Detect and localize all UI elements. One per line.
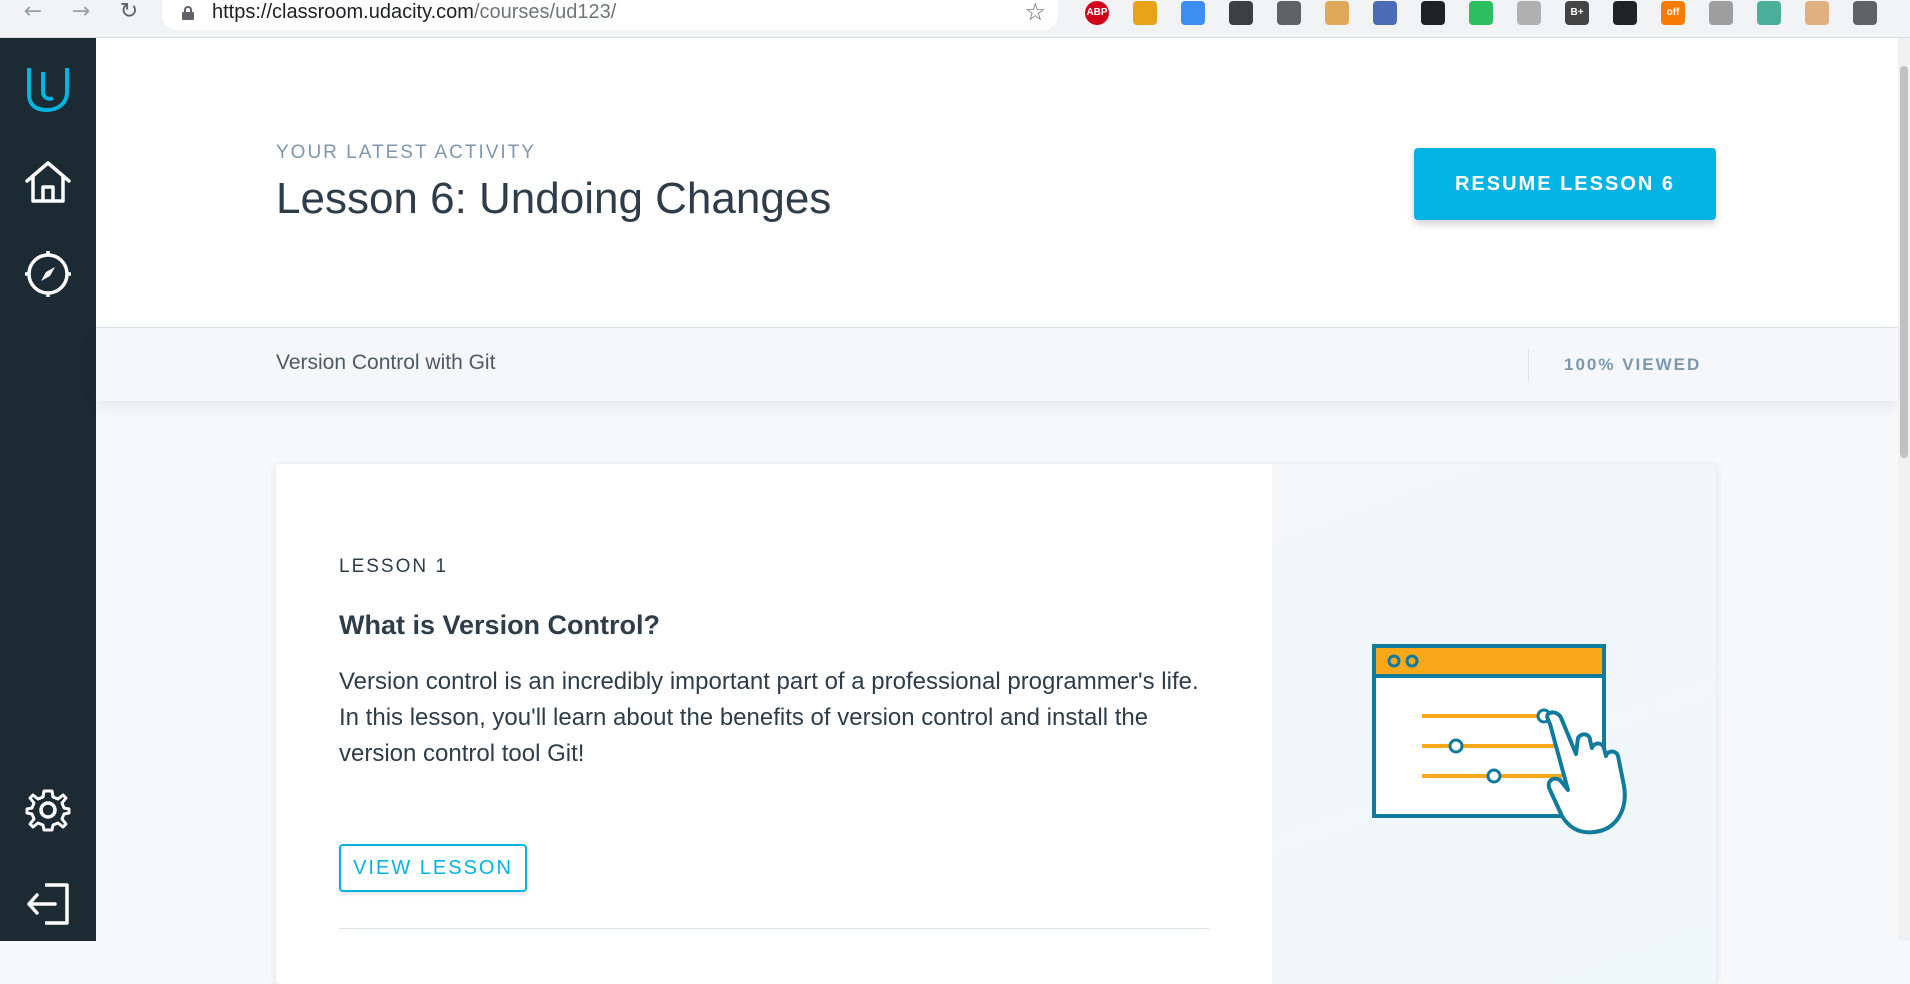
lesson-illustration-panel	[1272, 464, 1716, 984]
cloud-extension-icon-glyph	[1181, 1, 1205, 25]
back-arrow-icon[interactable]: ←	[20, 0, 46, 26]
settings-gear-icon[interactable]	[22, 784, 74, 836]
adblock-plus-icon[interactable]: ABP	[1080, 0, 1114, 26]
target-extension-icon[interactable]	[1752, 0, 1786, 26]
eyedropper-extension-icon-glyph	[1373, 1, 1397, 25]
home-icon[interactable]	[22, 156, 74, 208]
pdf-extension-icon[interactable]	[1512, 0, 1546, 26]
divider	[339, 928, 1209, 929]
adblock-plus-icon-glyph: ABP	[1085, 1, 1109, 25]
divider	[1528, 349, 1529, 381]
scrollbar-thumb[interactable]	[1900, 66, 1908, 458]
profile-avatar-icon-glyph	[1805, 1, 1829, 25]
sidebar	[0, 38, 96, 941]
off-badge-extension-icon-glyph: off	[1661, 1, 1685, 25]
browser-sliders-illustration-icon	[1372, 644, 1627, 835]
url-text[interactable]: https://classroom.udacity.com/courses/ud…	[212, 0, 616, 24]
view-lesson-button[interactable]: VIEW LESSON	[339, 844, 527, 892]
latest-activity-eyebrow: YOUR LATEST ACTIVITY	[276, 142, 536, 163]
pinwheel-extension-icon-glyph	[1133, 1, 1157, 25]
udacity-logo-icon[interactable]	[22, 62, 74, 114]
react-devtools-icon-glyph	[1613, 1, 1637, 25]
b-plus-extension-icon[interactable]: B+	[1560, 0, 1594, 26]
target-extension-icon-glyph	[1757, 1, 1781, 25]
latest-activity-header: YOUR LATEST ACTIVITY Lesson 6: Undoing C…	[96, 38, 1898, 328]
b-plus-extension-icon-glyph: B+	[1565, 1, 1589, 25]
rss-extension-icon[interactable]	[1704, 0, 1738, 26]
code-extension-icon[interactable]	[1224, 0, 1258, 26]
react-devtools-icon[interactable]	[1608, 0, 1642, 26]
extensions-bar: ABP B+ off	[1080, 0, 1896, 28]
address-bar[interactable]: https://classroom.udacity.com/courses/ud…	[162, 0, 1058, 30]
cloud-extension-icon[interactable]	[1176, 0, 1210, 26]
pinwheel-extension-icon[interactable]	[1128, 0, 1162, 26]
progress-viewed-label: 100% VIEWED	[1564, 355, 1702, 374]
lesson-description: Version control is an incredibly importa…	[339, 668, 1199, 767]
lesson-number-label: LESSON 1	[339, 556, 448, 577]
course-name[interactable]: Version Control with Git	[276, 351, 495, 375]
recycle-extension-icon[interactable]	[1272, 0, 1306, 26]
lesson-title: What is Version Control?	[339, 610, 661, 640]
evernote-icon[interactable]	[1464, 0, 1498, 26]
main-content: YOUR LATEST ACTIVITY Lesson 6: Undoing C…	[96, 38, 1898, 984]
code-extension-icon-glyph	[1229, 1, 1253, 25]
terminal-extension-icon[interactable]	[1416, 0, 1450, 26]
off-badge-extension-icon[interactable]: off	[1656, 0, 1690, 26]
reload-icon[interactable]: ↻	[116, 0, 142, 26]
ruler-extension-icon[interactable]	[1320, 0, 1354, 26]
url-domain: https://classroom.udacity.com	[212, 1, 474, 23]
update-arrow-icon[interactable]	[1848, 0, 1882, 26]
page-scrollbar[interactable]	[1898, 38, 1910, 941]
url-path: /courses/ud123/	[473, 1, 617, 23]
pdf-extension-icon-glyph	[1517, 1, 1541, 25]
terminal-extension-icon-glyph	[1421, 1, 1445, 25]
lock-icon	[182, 6, 194, 20]
eyedropper-extension-icon[interactable]	[1368, 0, 1402, 26]
forward-arrow-icon[interactable]: →	[68, 0, 94, 26]
latest-lesson-title: Lesson 6: Undoing Changes	[276, 174, 832, 223]
evernote-icon-glyph	[1469, 1, 1493, 25]
compass-icon[interactable]	[22, 248, 74, 300]
profile-avatar-icon[interactable]	[1800, 0, 1834, 26]
update-arrow-icon-glyph	[1853, 1, 1877, 25]
course-progress-bar: Version Control with Git 100% VIEWED	[96, 329, 1898, 401]
rss-extension-icon-glyph	[1709, 1, 1733, 25]
browser-toolbar: ← → ↻ https://classroom.udacity.com/cour…	[0, 0, 1910, 38]
recycle-extension-icon-glyph	[1277, 1, 1301, 25]
resume-lesson-button[interactable]: RESUME LESSON 6	[1414, 148, 1716, 220]
bookmark-star-icon[interactable]: ☆	[1024, 0, 1046, 24]
lesson-card: LESSON 1 What is Version Control? Versio…	[276, 464, 1716, 984]
ruler-extension-icon-glyph	[1325, 1, 1349, 25]
logout-icon[interactable]	[22, 878, 74, 930]
